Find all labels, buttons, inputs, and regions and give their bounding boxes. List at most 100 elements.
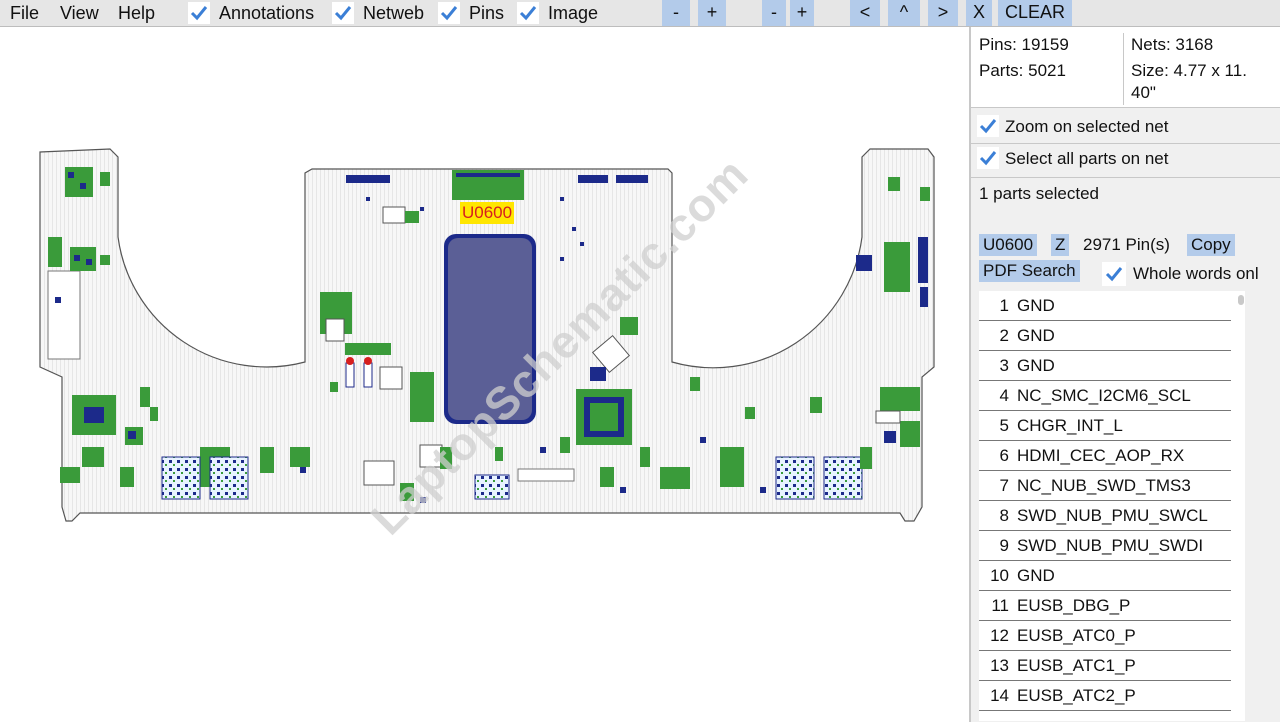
pin-number: 7 — [999, 476, 1009, 495]
image-checkbox[interactable] — [517, 2, 539, 24]
menu-bar: File View Help Annotations Netweb Pins I… — [0, 0, 1280, 27]
pin-net-name: SWD_NUB_PMU_SWCL — [1017, 506, 1208, 525]
pin-row[interactable]: 10 GND — [979, 561, 1231, 591]
pin-number: 12 — [990, 626, 1009, 645]
up-button[interactable]: ^ — [888, 0, 920, 26]
pin-row[interactable]: 13 EUSB_ATC1_P — [979, 651, 1231, 681]
part-name-button[interactable]: U0600 — [979, 234, 1038, 256]
pin-row[interactable]: 2 GND — [979, 321, 1231, 351]
pin-net-name: SWD_NUB_PMU_SWDI — [1017, 536, 1204, 555]
zoom-out-button-2[interactable]: - — [762, 0, 786, 26]
whole-words-label: Whole words onl — [1133, 264, 1259, 283]
pin-number: 3 — [999, 356, 1009, 375]
pin-net-name: EUSB_ATC0_P — [1017, 626, 1136, 645]
selected-part-label[interactable]: U0600 — [460, 202, 515, 224]
separator — [971, 143, 1280, 144]
separator — [971, 177, 1280, 178]
pin-net-name: NC_NUB_SWD_TMS3 — [1017, 476, 1191, 495]
menu-view[interactable]: View — [60, 3, 99, 24]
pin-list-scrollbar[interactable] — [1237, 291, 1245, 721]
pin-number: 6 — [999, 446, 1009, 465]
pin-net-name: EUSB_ATC2_P — [1017, 686, 1136, 705]
next-button[interactable]: > — [928, 0, 958, 26]
pin-number: 4 — [999, 386, 1009, 405]
board-size-cont: 40" — [1131, 83, 1156, 102]
prev-button[interactable]: < — [850, 0, 880, 26]
pin-net-name: EUSB_DBG_P — [1017, 596, 1131, 615]
select-all-parts-option[interactable]: Select all parts on net — [977, 147, 1168, 169]
check-icon — [190, 6, 208, 21]
pin-number: 13 — [990, 656, 1009, 675]
pins-label: Pins — [469, 3, 505, 23]
pin-row[interactable]: 11 EUSB_DBG_P — [979, 591, 1231, 621]
pin-net-name: NC_SMC_I2CM6_SCL — [1017, 386, 1191, 405]
board-drawing — [39, 148, 935, 522]
pin-row[interactable]: 6 HDMI_CEC_AOP_RX — [979, 441, 1231, 471]
board-stats: Pins: 19159 Parts: 5021 Nets: 3168 Size:… — [971, 27, 1280, 108]
pin-number: 10 — [990, 566, 1009, 585]
clear-button[interactable]: CLEAR — [998, 0, 1072, 26]
board-canvas[interactable]: U0600 LaptopSchematic.com — [0, 27, 968, 717]
pin-net-name: CHGR_INT_L — [1017, 416, 1123, 435]
pin-net-name: HDMI_CEC_AOP_RX — [1017, 446, 1185, 465]
pin-count: 2971 Pin(s) — [1083, 235, 1170, 254]
check-icon — [334, 6, 352, 21]
pins-count: Pins: 19159 — [979, 35, 1069, 54]
pin-number: 2 — [999, 326, 1009, 345]
selection-count: 1 parts selected — [979, 184, 1100, 203]
zoom-in-button-2[interactable]: + — [790, 0, 814, 26]
pin-row[interactable]: 7 NC_NUB_SWD_TMS3 — [979, 471, 1231, 501]
info-panel: Pins: 19159 Parts: 5021 Nets: 3168 Size:… — [969, 27, 1280, 722]
annotations-checkbox[interactable] — [188, 2, 210, 24]
menu-help[interactable]: Help — [118, 3, 155, 24]
pin-list[interactable]: 1 GND 2 GND 3 GND 4 NC_SMC_I2CM6_SCL 5 CHGR_INT_L… — [979, 291, 1239, 721]
zoom-on-net-checkbox[interactable] — [977, 115, 999, 137]
pin-row[interactable]: 5 CHGR_INT_L — [979, 411, 1231, 441]
check-icon — [1105, 267, 1123, 282]
pin-row[interactable]: 12 EUSB_ATC0_P — [979, 621, 1231, 651]
whole-words-checkbox[interactable] — [1102, 262, 1126, 286]
menu-file[interactable]: File — [10, 3, 39, 24]
check-icon — [979, 119, 997, 134]
pin-net-name: GND — [1017, 296, 1055, 315]
pin-row[interactable]: 8 SWD_NUB_PMU_SWCL — [979, 501, 1231, 531]
pin-net-name: GND — [1017, 326, 1055, 345]
pin-number: 1 — [999, 296, 1009, 315]
parts-count: Parts: 5021 — [979, 61, 1066, 80]
pin-row[interactable]: 14 EUSB_ATC2_P — [979, 681, 1231, 711]
zoom-out-button[interactable]: - — [662, 0, 690, 26]
pin-net-name: GND — [1017, 356, 1055, 375]
pin-number: 14 — [990, 686, 1009, 705]
check-icon — [440, 6, 458, 21]
pin-number: 5 — [999, 416, 1009, 435]
pin-row[interactable]: 4 NC_SMC_I2CM6_SCL — [979, 381, 1231, 411]
close-button[interactable]: X — [966, 0, 992, 26]
copy-button[interactable]: Copy — [1187, 234, 1235, 256]
scrollbar-thumb[interactable] — [1238, 295, 1244, 305]
pin-net-name: GND — [1017, 566, 1055, 585]
nets-count: Nets: 3168 — [1131, 35, 1214, 54]
stats-divider — [1123, 33, 1124, 105]
annotations-label: Annotations — [219, 3, 315, 23]
select-all-parts-label: Select all parts on net — [1005, 149, 1169, 168]
image-label: Image — [548, 3, 599, 23]
pin-row[interactable]: 1 GND — [979, 291, 1231, 321]
zoom-on-net-option[interactable]: Zoom on selected net — [977, 115, 1168, 137]
check-icon — [979, 151, 997, 166]
pin-row[interactable]: 3 GND — [979, 351, 1231, 381]
zoom-in-button[interactable]: + — [698, 0, 726, 26]
board-size: Size: 4.77 x 11. — [1131, 61, 1247, 80]
pin-number: 8 — [999, 506, 1009, 525]
pins-checkbox[interactable] — [438, 2, 460, 24]
pin-number: 11 — [991, 596, 1009, 615]
pin-net-name: EUSB_ATC1_P — [1017, 656, 1136, 675]
select-all-parts-checkbox[interactable] — [977, 147, 999, 169]
check-icon — [519, 6, 537, 21]
pdf-search-button[interactable]: PDF Search — [979, 260, 1080, 282]
zoom-on-net-label: Zoom on selected net — [1005, 117, 1169, 136]
zoom-part-button[interactable]: Z — [1051, 234, 1070, 256]
netweb-checkbox[interactable] — [332, 2, 354, 24]
pin-row[interactable]: 9 SWD_NUB_PMU_SWDI — [979, 531, 1231, 561]
netweb-label: Netweb — [363, 3, 425, 23]
pin-number: 9 — [999, 536, 1009, 555]
